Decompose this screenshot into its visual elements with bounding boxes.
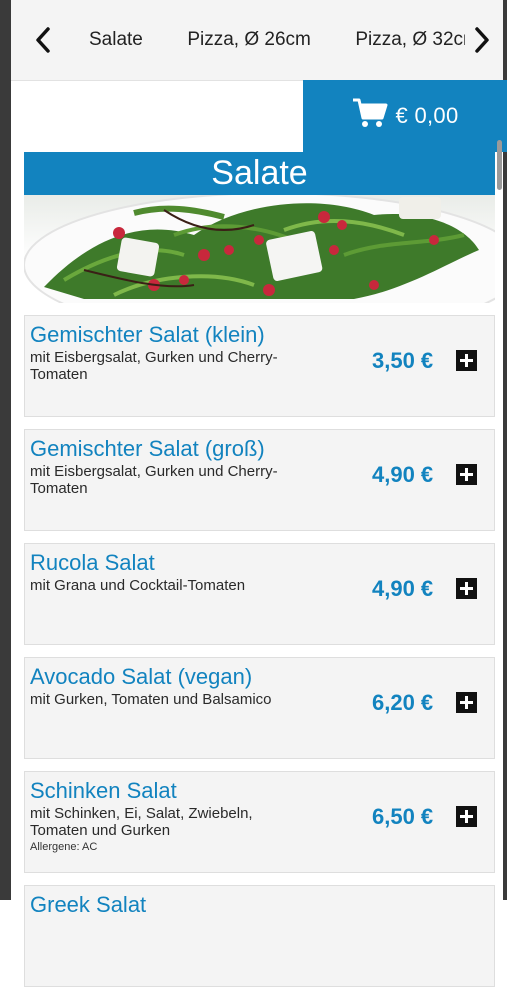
item-name: Gemischter Salat (groß) bbox=[30, 436, 265, 461]
item-description: mit Schinken, Ei, Salat, Zwiebeln, Tomat… bbox=[30, 805, 253, 839]
cart-icon bbox=[352, 97, 388, 135]
item-name: Schinken Salat bbox=[30, 778, 177, 803]
item-description: mit Eisbergsalat, Gurken und Cherry-Toma… bbox=[30, 349, 278, 383]
salad-photo bbox=[24, 195, 495, 303]
menu-item: Rucola Salat mit Grana und Cocktail-Toma… bbox=[24, 543, 495, 645]
item-description: mit Gurken, Tomaten und Balsamico bbox=[30, 691, 272, 708]
item-name: Greek Salat bbox=[30, 892, 147, 917]
add-to-cart-icon[interactable] bbox=[456, 464, 477, 485]
item-price: 4,90 € bbox=[372, 462, 434, 487]
category-tabs: Salate Pizza, Ø 26cm Pizza, Ø 32cm bbox=[83, 22, 465, 58]
item-description: mit Eisbergsalat, Gurken und Cherry-Toma… bbox=[30, 463, 278, 497]
item-price: 4,90 € bbox=[372, 576, 434, 601]
cart-total: € 0,00 bbox=[395, 103, 459, 128]
chevron-left-icon[interactable] bbox=[28, 22, 58, 58]
tab-pizza-26cm[interactable]: Pizza, Ø 26cm bbox=[187, 22, 311, 58]
item-price: 6,20 € bbox=[372, 690, 434, 715]
add-to-cart-icon[interactable] bbox=[456, 692, 477, 713]
tab-pizza-32cm[interactable]: Pizza, Ø 32cm bbox=[355, 22, 465, 58]
item-allergens: Allergene: AC bbox=[30, 841, 98, 853]
menu-item: Gemischter Salat (groß) mit Eisbergsalat… bbox=[24, 429, 495, 531]
item-name: Rucola Salat bbox=[30, 550, 155, 575]
item-name: Gemischter Salat (klein) bbox=[30, 322, 265, 347]
item-description: mit Grana und Cocktail-Tomaten bbox=[30, 577, 246, 594]
add-to-cart-icon[interactable] bbox=[456, 578, 477, 599]
add-to-cart-icon[interactable] bbox=[456, 350, 477, 371]
item-price: 3,50 € bbox=[372, 348, 434, 373]
menu-item: Avocado Salat (vegan) mit Gurken, Tomate… bbox=[24, 657, 495, 759]
section-title: Salate bbox=[24, 152, 495, 195]
item-price: 6,50 € bbox=[372, 804, 434, 829]
item-name: Avocado Salat (vegan) bbox=[30, 664, 253, 689]
tab-salate[interactable]: Salate bbox=[89, 22, 143, 58]
cart-button[interactable]: € 0,00 bbox=[303, 80, 507, 152]
menu-item: Gemischter Salat (klein) mit Eisbergsala… bbox=[24, 315, 495, 417]
window-edge-left bbox=[0, 0, 11, 900]
scrollbar-thumb[interactable] bbox=[497, 140, 502, 190]
add-to-cart-icon[interactable] bbox=[456, 806, 477, 827]
category-nav: Salate Pizza, Ø 26cm Pizza, Ø 32cm bbox=[11, 0, 503, 81]
chevron-right-icon[interactable] bbox=[467, 22, 497, 58]
menu-item: Greek Salat bbox=[24, 885, 495, 987]
menu-item: Schinken Salat mit Schinken, Ei, Salat, … bbox=[24, 771, 495, 873]
